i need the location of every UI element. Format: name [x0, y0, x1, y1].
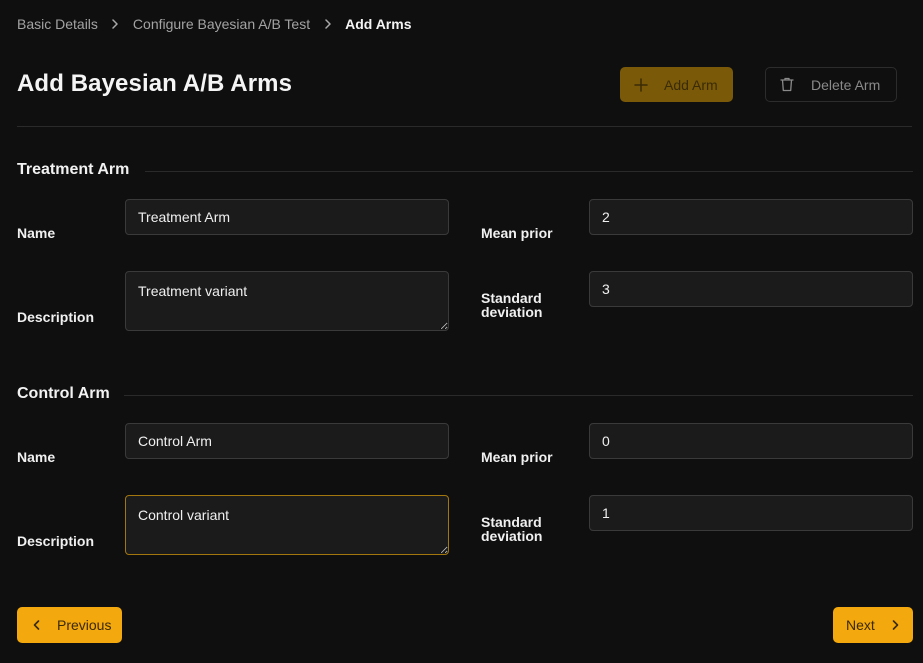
mean-prior-label: Mean prior — [481, 225, 553, 241]
chevron-right-icon — [98, 19, 133, 29]
control-std-input[interactable] — [589, 495, 913, 531]
standard-deviation-label-line1: Standard — [481, 514, 542, 530]
name-label: Name — [17, 449, 56, 465]
control-name-input[interactable] — [125, 423, 449, 459]
treatment-name-input[interactable] — [125, 199, 449, 235]
description-label: Description — [17, 309, 95, 325]
section-divider — [124, 395, 913, 396]
chevron-left-icon — [33, 620, 40, 630]
standard-deviation-label-line2: deviation — [481, 528, 543, 544]
section-title: Control Arm — [17, 385, 110, 402]
control-mean-prior-input[interactable] — [589, 423, 913, 459]
add-arms-page: Basic Details Configure Bayesian A/B Tes… — [0, 0, 923, 663]
chevron-right-icon — [310, 19, 345, 29]
control-description-input[interactable]: Control variant — [125, 495, 449, 555]
treatment-std-input[interactable] — [589, 271, 913, 307]
delete-arm-button[interactable]: Delete Arm — [765, 67, 897, 102]
header-divider — [17, 126, 912, 127]
standard-deviation-label: Standard deviation — [481, 515, 542, 543]
next-button[interactable]: Next — [833, 607, 913, 643]
breadcrumb: Basic Details Configure Bayesian A/B Tes… — [17, 15, 412, 33]
chevron-right-icon — [892, 620, 899, 630]
trash-icon — [780, 77, 794, 92]
next-label: Next — [846, 617, 875, 633]
previous-button[interactable]: Previous — [17, 607, 122, 643]
breadcrumb-add-arms: Add Arms — [345, 16, 412, 32]
mean-prior-label: Mean prior — [481, 449, 553, 465]
breadcrumb-basic-details[interactable]: Basic Details — [17, 16, 98, 32]
add-arm-label: Add Arm — [664, 76, 718, 93]
page-title: Add Bayesian A/B Arms — [17, 70, 293, 97]
standard-deviation-label-line2: deviation — [481, 304, 543, 320]
breadcrumb-configure-test[interactable]: Configure Bayesian A/B Test — [133, 16, 310, 32]
treatment-mean-prior-input[interactable] — [589, 199, 913, 235]
plus-icon — [634, 77, 648, 92]
description-label: Description — [17, 533, 95, 549]
section-divider — [145, 171, 913, 172]
standard-deviation-label-line1: Standard — [481, 290, 542, 306]
add-arm-button[interactable]: Add Arm — [620, 67, 733, 102]
delete-arm-label: Delete Arm — [811, 76, 881, 93]
previous-label: Previous — [57, 617, 112, 633]
section-title: Treatment Arm — [17, 161, 130, 178]
name-label: Name — [17, 225, 56, 241]
standard-deviation-label: Standard deviation — [481, 291, 542, 319]
treatment-description-input[interactable]: Treatment variant — [125, 271, 449, 331]
